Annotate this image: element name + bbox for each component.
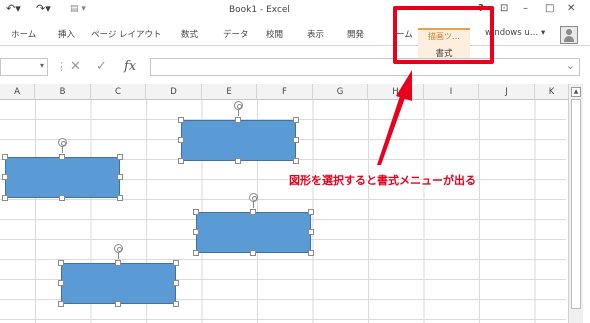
tab-home[interactable]: ホーム	[11, 28, 36, 40]
resize-handle[interactable]	[308, 250, 314, 256]
rotation-stem	[118, 253, 119, 259]
resize-handle[interactable]	[293, 117, 299, 123]
enter-icon[interactable]: ✓	[96, 59, 107, 74]
resize-handle[interactable]	[173, 280, 179, 286]
column-header-c[interactable]: C	[91, 84, 146, 100]
resize-handle[interactable]	[115, 301, 121, 307]
window-title: Book1 - Excel	[229, 5, 290, 15]
resize-handle[interactable]	[58, 280, 64, 286]
column-header-e[interactable]: E	[202, 84, 257, 100]
resize-handle[interactable]	[178, 158, 184, 164]
scroll-thumb[interactable]	[571, 99, 581, 309]
column-header-b[interactable]: B	[35, 84, 91, 100]
rotation-stem	[62, 147, 63, 153]
highlight-box	[393, 6, 494, 64]
resize-handle[interactable]	[308, 229, 314, 235]
resize-handle[interactable]	[59, 195, 65, 201]
formula-bar: ▾ ⋮ ✕ ✓ fx ⌄	[0, 53, 590, 77]
close-button[interactable]: ✕	[567, 3, 575, 14]
vertical-scrollbar[interactable]: ▲	[568, 84, 583, 323]
redo-button[interactable]: ↷▾	[36, 2, 51, 15]
expand-formula-bar-icon[interactable]: ⌄	[566, 59, 575, 72]
shape-body[interactable]	[61, 263, 176, 304]
resize-handle[interactable]	[250, 209, 256, 215]
rotate-handle-icon[interactable]	[114, 244, 123, 253]
scroll-up-button[interactable]: ▲	[571, 87, 581, 97]
resize-handle[interactable]	[250, 250, 256, 256]
annotation-label: 図形を選択すると書式メニューが出る	[289, 174, 476, 187]
shape-body[interactable]	[196, 212, 311, 253]
ribbon-display-button[interactable]: ⊡	[500, 3, 508, 14]
tab-page-layout[interactable]: ページ レイアウト	[91, 28, 162, 40]
name-box[interactable]: ▾	[0, 58, 48, 76]
resize-handle[interactable]	[178, 137, 184, 143]
column-header-k[interactable]: K	[535, 84, 568, 100]
resize-handle[interactable]	[193, 250, 199, 256]
resize-handle[interactable]	[193, 229, 199, 235]
tab-formulas[interactable]: 数式	[181, 28, 198, 40]
customize-qat-button[interactable]: ▤ ▾	[70, 4, 86, 14]
resize-handle[interactable]	[115, 260, 121, 266]
column-header-a[interactable]: A	[0, 84, 35, 100]
resize-handle[interactable]	[2, 154, 8, 160]
resize-handle[interactable]	[117, 174, 123, 180]
column-header-j[interactable]: J	[479, 84, 535, 100]
resize-handle[interactable]	[193, 209, 199, 215]
resize-handle[interactable]	[117, 195, 123, 201]
rotation-stem	[238, 110, 239, 116]
resize-handle[interactable]	[117, 154, 123, 160]
tab-view[interactable]: 表示	[307, 28, 324, 40]
resize-handle[interactable]	[58, 260, 64, 266]
user-account[interactable]: windows u… ▾	[485, 28, 545, 38]
avatar[interactable]	[560, 26, 578, 44]
resize-handle[interactable]	[293, 137, 299, 143]
tab-insert[interactable]: 挿入	[58, 28, 75, 40]
rotate-handle-icon[interactable]	[234, 101, 243, 110]
column-header-h[interactable]: H	[368, 84, 424, 100]
resize-handle[interactable]	[59, 154, 65, 160]
resize-handle[interactable]	[178, 117, 184, 123]
formula-bar-grip-icon: ⋮	[56, 60, 67, 73]
cancel-icon[interactable]: ✕	[70, 59, 81, 74]
maximize-button[interactable]: □	[545, 3, 554, 14]
column-header-f[interactable]: F	[257, 84, 313, 100]
shape-body[interactable]	[5, 157, 120, 198]
resize-handle[interactable]	[235, 158, 241, 164]
shape-body[interactable]	[181, 120, 296, 161]
formula-input[interactable]: ⌄	[150, 58, 580, 76]
insert-function-button[interactable]: fx	[124, 59, 136, 74]
resize-handle[interactable]	[293, 158, 299, 164]
rotate-handle-icon[interactable]	[249, 193, 258, 202]
resize-handle[interactable]	[2, 174, 8, 180]
resize-handle[interactable]	[235, 117, 241, 123]
undo-button[interactable]: ↶▾	[6, 2, 21, 15]
resize-handle[interactable]	[173, 260, 179, 266]
column-header-i[interactable]: I	[424, 84, 479, 100]
tab-review[interactable]: 校閲	[266, 28, 283, 40]
minimize-button[interactable]: –	[523, 3, 528, 14]
resize-handle[interactable]	[308, 209, 314, 215]
rotate-handle-icon[interactable]	[58, 138, 67, 147]
column-header-g[interactable]: G	[313, 84, 368, 100]
column-header-d[interactable]: D	[146, 84, 202, 100]
ribbon-tabs: ホーム 挿入 ページ レイアウト 数式 データ 校閲 表示 開発 ーム 描画ツ……	[0, 20, 590, 61]
resize-handle[interactable]	[58, 301, 64, 307]
resize-handle[interactable]	[173, 301, 179, 307]
tab-developer[interactable]: 開発	[347, 28, 364, 40]
column-headers: A B C D E F G H I J K	[0, 84, 568, 100]
tab-data[interactable]: データ	[223, 28, 249, 40]
title-bar: ↶▾ ↷▾ ▤ ▾ Book1 - Excel ? ⊡ – □ ✕	[0, 0, 590, 20]
chevron-down-icon[interactable]: ▾	[40, 61, 44, 70]
resize-handle[interactable]	[2, 195, 8, 201]
rotation-stem	[253, 202, 254, 208]
